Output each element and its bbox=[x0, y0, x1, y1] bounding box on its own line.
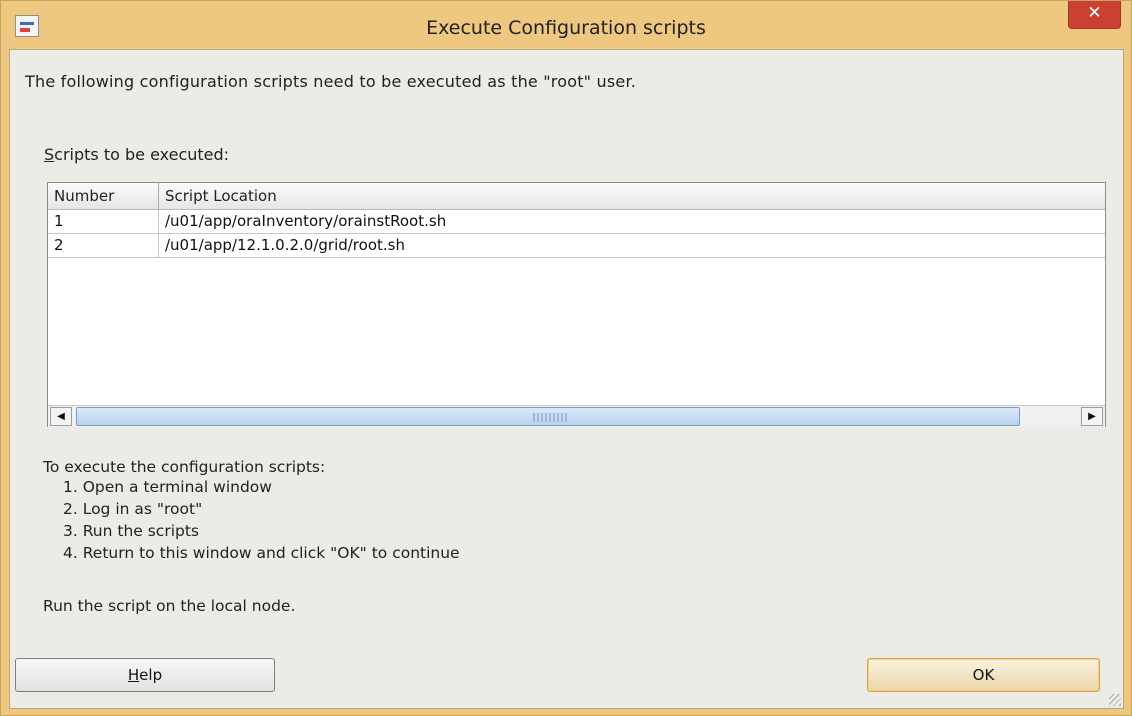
cell-script-location: /u01/app/oraInventory/orainstRoot.sh bbox=[165, 212, 447, 230]
horizontal-scrollbar[interactable]: ◀ ▶ bbox=[48, 405, 1105, 427]
scripts-label-text: cripts to be executed: bbox=[54, 145, 230, 164]
ok-button[interactable]: OK bbox=[867, 658, 1100, 692]
scroll-right-arrow-icon[interactable]: ▶ bbox=[1081, 407, 1103, 426]
scripts-label-mnemonic: S bbox=[44, 145, 55, 164]
instruction-step: 2. Log in as "root" bbox=[63, 500, 203, 518]
help-mnemonic: H bbox=[127, 666, 140, 684]
window-title: Execute Configuration scripts bbox=[426, 17, 706, 39]
title-bar[interactable]: Execute Configuration scripts ✕ bbox=[1, 1, 1131, 49]
instruction-step: 1. Open a terminal window bbox=[63, 478, 272, 496]
scripts-table[interactable]: Number Script Location 1 /u01/app/oraInv… bbox=[47, 182, 1106, 427]
instructions-heading: To execute the configuration scripts: bbox=[43, 458, 326, 476]
scroll-left-arrow-icon[interactable]: ◀ bbox=[50, 407, 72, 426]
table-header: Number Script Location bbox=[48, 183, 1105, 210]
instruction-step: 4. Return to this window and click "OK" … bbox=[63, 544, 460, 562]
cell-number: 2 bbox=[48, 234, 159, 257]
scrollbar-grip-icon bbox=[533, 413, 567, 422]
scripts-label: Scripts to be executed: bbox=[44, 145, 229, 164]
instruction-step: 3. Run the scripts bbox=[63, 522, 199, 540]
dialog-window: Execute Configuration scripts ✕ The foll… bbox=[0, 0, 1132, 716]
close-button[interactable]: ✕ bbox=[1068, 1, 1121, 29]
table-row[interactable]: 2 /u01/app/12.1.0.2.0/grid/root.sh bbox=[48, 234, 1105, 258]
help-button[interactable]: Help bbox=[15, 658, 275, 692]
scrollbar-thumb[interactable] bbox=[76, 407, 1020, 426]
local-node-note: Run the script on the local node. bbox=[43, 597, 296, 615]
resize-grip-icon[interactable] bbox=[1109, 694, 1121, 706]
cell-number: 1 bbox=[48, 210, 159, 233]
column-header-script-location[interactable]: Script Location bbox=[159, 183, 1105, 209]
column-header-number[interactable]: Number bbox=[48, 183, 159, 209]
table-row[interactable]: 1 /u01/app/oraInventory/orainstRoot.sh bbox=[48, 210, 1105, 234]
intro-text: The following configuration scripts need… bbox=[25, 72, 637, 91]
cell-script-location: /u01/app/12.1.0.2.0/grid/root.sh bbox=[165, 236, 405, 254]
dialog-body: The following configuration scripts need… bbox=[9, 49, 1124, 709]
help-label: elp bbox=[139, 666, 163, 684]
